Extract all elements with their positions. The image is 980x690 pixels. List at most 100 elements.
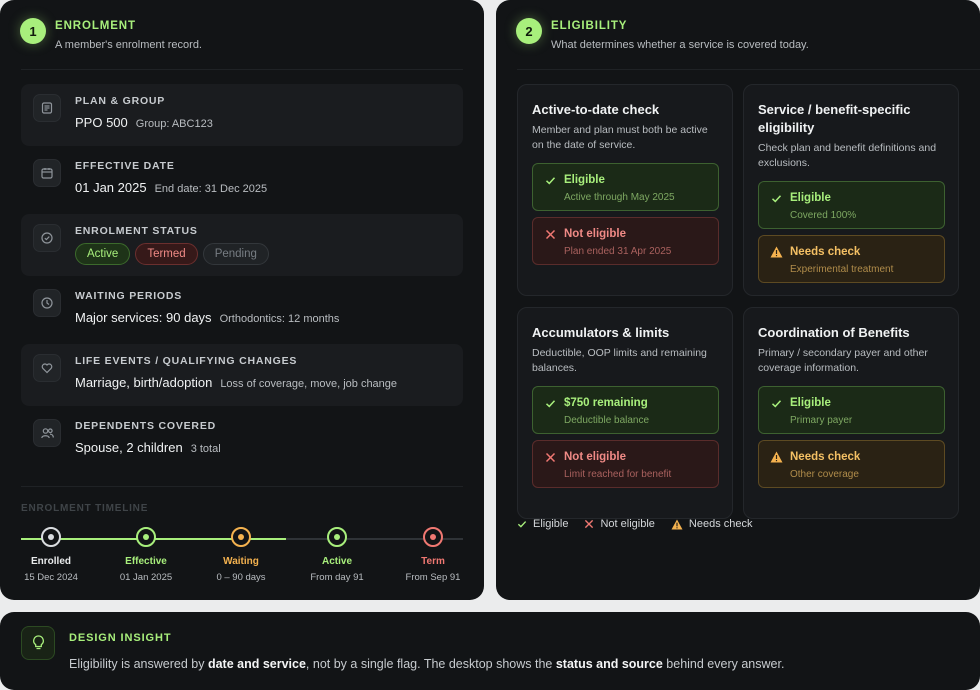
row-value: Major services: 90 days [75, 310, 212, 325]
users-icon [33, 419, 61, 447]
status-detail: Limit reached for benefit [564, 469, 672, 480]
timeline-label: Effective [125, 556, 167, 567]
enrolment-panel: 1 ENROLMENT A member's enrolment record.… [0, 0, 484, 600]
check-icon [769, 191, 783, 205]
timeline-date: From day 91 [310, 572, 364, 583]
divider [21, 69, 463, 70]
card-active-to-date: Active-to-date check Member and plan mus… [517, 84, 733, 296]
row-label: DEPENDENTS COVERED [75, 420, 217, 432]
status-title: Eligible [790, 192, 831, 204]
status-detail: Active through May 2025 [564, 192, 675, 203]
card-service-benefit: Service / benefit-specific eligibility C… [743, 84, 959, 296]
document-icon [33, 94, 61, 122]
row-effective-date[interactable]: EFFECTIVE DATE 01 Jan 2025 End date: 31 … [21, 149, 463, 211]
legend-label: Not eligible [600, 518, 655, 530]
card-title: Active-to-date check [532, 102, 660, 117]
card-coordination-of-benefits: Coordination of Benefits Primary / secon… [743, 307, 959, 519]
timeline-date: 15 Dec 2024 [24, 572, 78, 583]
row-secondary: 3 total [190, 443, 221, 455]
status-not-eligible[interactable]: Not eligible Limit reached for benefit [532, 440, 719, 488]
legend-label: Eligible [533, 518, 569, 530]
card-description: Primary / secondary payer and other cove… [758, 347, 928, 374]
row-secondary: End date: 31 Dec 2025 [154, 183, 268, 195]
timeline-title: ENROLMENT TIMELINE [21, 503, 149, 514]
row-secondary: Orthodontics: 12 months [219, 313, 340, 325]
status-detail: Covered 100% [790, 210, 857, 221]
status-needs-check[interactable]: Needs check Experimental treatment [758, 235, 945, 283]
timeline-label: Term [421, 556, 445, 567]
status-title: $750 remaining [564, 397, 648, 409]
card-description: Member and plan must both be active on t… [532, 124, 708, 151]
check-icon [517, 521, 527, 528]
row-value: 01 Jan 2025 [75, 180, 147, 195]
status-title: Not eligible [564, 451, 626, 463]
legend-item-needs-check: Needs check [671, 518, 753, 530]
warning-icon [671, 518, 683, 530]
check-circle-icon [33, 224, 61, 252]
row-secondary: Loss of coverage, move, job change [220, 378, 398, 390]
status-title: Eligible [564, 174, 605, 186]
section-subtitle: What determines whether a service is cov… [551, 39, 809, 51]
status-detail: Other coverage [790, 469, 859, 480]
x-icon [543, 450, 557, 464]
status-not-eligible[interactable]: Not eligible Plan ended 31 Apr 2025 [532, 217, 719, 265]
row-secondary: Group: ABC123 [135, 118, 213, 130]
legend-item-eligible: Eligible [517, 518, 568, 530]
row-label: ENROLMENT STATUS [75, 225, 198, 237]
insight-title: DESIGN INSIGHT [69, 632, 172, 644]
clock-icon [33, 289, 61, 317]
row-label: LIFE EVENTS / QUALIFYING CHANGES [75, 355, 298, 367]
timeline-label: Active [321, 556, 352, 567]
row-label: WAITING PERIODS [75, 290, 183, 302]
status-needs-check[interactable]: Needs check Other coverage [758, 440, 945, 488]
legend: Eligible Not eligible Needs check [517, 518, 768, 530]
status-pill-termed[interactable]: Termed [135, 243, 198, 265]
card-accumulators: Accumulators & limits Deductible, OOP li… [517, 307, 733, 519]
section-subtitle: A member's enrolment record. [55, 39, 202, 51]
timeline-node-enrolled[interactable] [41, 527, 61, 547]
row-value: PPO 500 [75, 115, 128, 130]
check-icon [769, 396, 783, 410]
x-icon [543, 227, 557, 241]
status-detail: Experimental treatment [790, 264, 894, 275]
timeline-label: Waiting [223, 556, 259, 567]
status-pill-pending[interactable]: Pending [202, 243, 269, 265]
legend-label: Needs check [688, 518, 753, 530]
row-dependents[interactable]: DEPENDENTS COVERED Spouse, 2 children 3 … [21, 409, 463, 471]
row-value: Spouse, 2 children [75, 440, 183, 455]
lightbulb-icon [21, 626, 55, 660]
insight-text: Eligibility is answered by date and serv… [69, 657, 785, 671]
card-title: Coordination of Benefits [758, 325, 910, 340]
status-pill-active[interactable]: Active [75, 243, 131, 265]
timeline-label: Enrolled [30, 556, 71, 567]
x-icon [585, 519, 594, 529]
card-title: Service / benefit-specific eligibility [758, 102, 911, 135]
timeline-node-waiting[interactable] [231, 527, 251, 547]
row-plan-group[interactable]: PLAN & GROUP PPO 500 Group: ABC123 [21, 84, 463, 146]
card-description: Deductible, OOP limits and remaining bal… [532, 347, 707, 374]
step-number-badge: 2 [516, 18, 542, 44]
row-value: Marriage, birth/adoption [75, 375, 213, 390]
status-detail: Deductible balance [564, 415, 650, 426]
status-eligible[interactable]: Eligible Active through May 2025 [532, 163, 719, 211]
status-eligible[interactable]: Eligible Primary payer [758, 386, 945, 434]
divider [21, 486, 463, 487]
status-title: Needs check [790, 246, 861, 258]
card-description: Check plan and benefit definitions and e… [758, 142, 937, 169]
row-waiting-periods[interactable]: WAITING PERIODS Major services: 90 days … [21, 279, 463, 341]
step-number-badge: 1 [20, 18, 46, 44]
status-eligible[interactable]: Eligible Covered 100% [758, 181, 945, 229]
row-label: EFFECTIVE DATE [75, 160, 175, 172]
timeline-date: 01 Jan 2025 [119, 572, 173, 583]
status-title: Needs check [790, 451, 861, 463]
timeline-node-term[interactable] [423, 527, 443, 547]
warning-icon [769, 450, 783, 464]
card-title: Accumulators & limits [532, 325, 670, 340]
timeline-node-effective[interactable] [136, 527, 156, 547]
status-detail: Primary payer [790, 415, 853, 426]
design-insight-panel: DESIGN INSIGHT Eligibility is answered b… [0, 612, 980, 690]
status-eligible[interactable]: $750 remaining Deductible balance [532, 386, 719, 434]
row-life-events[interactable]: LIFE EVENTS / QUALIFYING CHANGES Marriag… [21, 344, 463, 406]
eligibility-panel: 2 ELIGIBILITY What determines whether a … [496, 0, 980, 600]
timeline-node-active[interactable] [327, 527, 347, 547]
